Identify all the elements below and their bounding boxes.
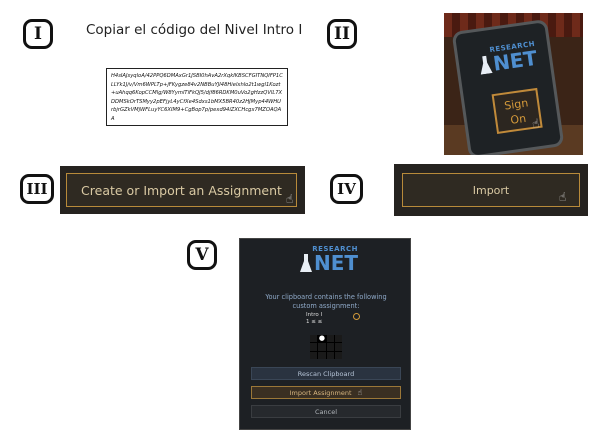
thumb-cell <box>334 343 342 351</box>
research-net-phone-panel: RESEARCH NET Sign On ☝ <box>444 13 583 155</box>
thumb-cell <box>318 343 326 351</box>
thumb-cell <box>334 351 342 359</box>
logo-net-text: NET <box>313 251 358 275</box>
import-label: Import <box>472 183 510 197</box>
flask-logo-icon <box>480 55 493 75</box>
import-assignment-dialog: RESEARCH NET Your clipboard contains the… <box>239 238 411 430</box>
create-or-import-label: Create or Import an Assignment <box>81 182 282 198</box>
step-badge-i: I <box>23 19 53 49</box>
eye-icon: ● <box>318 334 326 343</box>
step-badge-v: V <box>187 240 217 270</box>
panel-i-title: Copiar el código del Nivel Intro I <box>86 22 303 38</box>
assignment-select-radio[interactable] <box>353 313 360 320</box>
cancel-button[interactable]: Cancel <box>251 405 401 418</box>
cancel-label: Cancel <box>314 407 338 416</box>
thumb-cell <box>326 343 334 351</box>
thumb-cell <box>318 351 326 359</box>
research-net-phone: RESEARCH NET Sign On ☝ <box>451 18 565 155</box>
thumb-cell <box>326 335 334 343</box>
step-badge-ii: II <box>327 19 357 49</box>
assignment-title: Intro I <box>306 312 323 318</box>
cursor-hand-icon: ☝ <box>559 190 567 204</box>
thumb-cell <box>326 351 334 359</box>
assignment-code-box[interactable]: H4sIAJsyqloA/42PPQ6DMAxGr1JSBI0hAvA2rXqk… <box>106 68 288 126</box>
import-bar: Import ☝ <box>394 164 588 216</box>
import-button[interactable]: Import <box>402 173 580 207</box>
thumb-cell <box>310 343 318 351</box>
cursor-hand-icon: ☝ <box>357 388 363 397</box>
step-badge-iv: IV <box>330 174 363 204</box>
research-net-logo: RESEARCH NET <box>298 245 358 273</box>
research-net-logo: RESEARCH NET <box>473 40 539 76</box>
thumb-cell <box>310 351 318 359</box>
import-assignment-label: Import Assignment <box>289 388 352 397</box>
step-badge-iii: III <box>20 174 54 204</box>
rescan-label: Rescan Clipboard <box>297 369 355 378</box>
cursor-hand-icon: ☝ <box>286 192 294 206</box>
logo-net-text: NET <box>491 45 539 76</box>
clipboard-message: Your clipboard contains the following cu… <box>265 293 387 310</box>
import-assignment-button[interactable]: Import Assignment ☝ <box>251 386 401 399</box>
thumb-cell <box>310 335 318 343</box>
thumb-cell <box>334 335 342 343</box>
create-import-bar: Create or Import an Assignment ☝ <box>60 166 305 214</box>
assignment-thumbnail: ● <box>310 334 342 359</box>
rescan-clipboard-button[interactable]: Rescan Clipboard <box>251 367 401 380</box>
flask-logo-icon <box>299 254 312 272</box>
assignment-subtitle: 1 ≤ ≤ <box>306 318 323 325</box>
logo-row: NET <box>298 253 358 273</box>
create-or-import-button[interactable]: Create or Import an Assignment <box>66 173 297 207</box>
assignment-name: Intro I 1 ≤ ≤ <box>306 312 322 325</box>
